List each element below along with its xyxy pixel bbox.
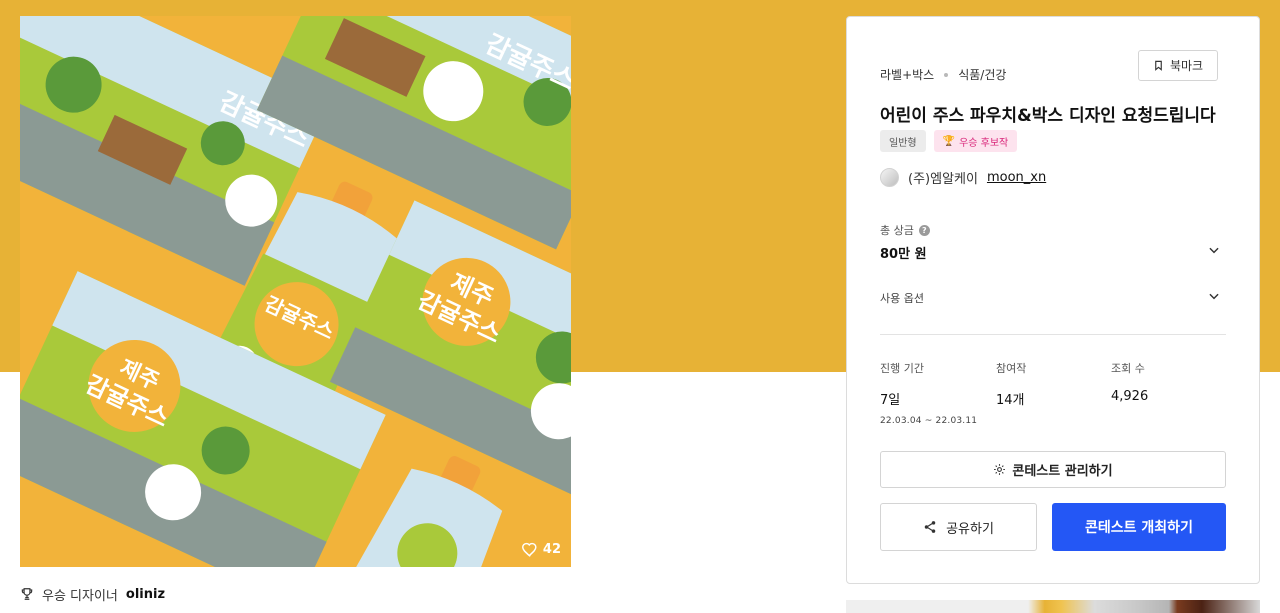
chevron-down-icon[interactable]	[1207, 243, 1221, 257]
views-value: 4,926	[1111, 389, 1149, 404]
gear-icon	[994, 464, 1006, 475]
like-count: 42	[542, 541, 561, 557]
bookmark-label: 북마크	[1169, 59, 1204, 73]
like-counter[interactable]: 42	[521, 541, 561, 557]
period-label: 진행 기간	[880, 362, 924, 375]
contest-type-tag: 일반형	[880, 130, 926, 152]
total-prize-text: 총 상금	[880, 224, 914, 237]
host-avatar	[880, 168, 899, 187]
bookmark-button[interactable]: 북마크	[1138, 50, 1218, 81]
breadcrumb-separator	[944, 72, 949, 77]
host-username-link[interactable]: moon_xn	[987, 170, 1046, 185]
entries-value: 14개	[996, 393, 1025, 408]
next-section-image-peek	[846, 600, 1260, 613]
usage-options-label[interactable]: 사용 옵션	[880, 290, 924, 306]
total-prize-value: 80만 원	[880, 247, 927, 262]
category-breadcrumb: 라벨+박스 식품/건강	[880, 66, 1006, 83]
heart-icon	[521, 542, 537, 557]
total-prize-label: 총 상금 ?	[880, 222, 930, 238]
winner-name[interactable]: oliniz	[126, 587, 165, 602]
category-primary[interactable]: 라벨+박스	[880, 66, 934, 83]
stat-period: 진행 기간 7일 22.03.04 ~ 22.03.11	[880, 360, 977, 426]
contest-tags: 일반형 🏆 우승 후보작	[880, 130, 1018, 152]
stat-views: 조회 수 4,926	[1111, 360, 1148, 404]
winner-candidate-label: 우승 후보작	[959, 137, 1009, 149]
trophy-icon	[21, 588, 33, 600]
winner-label: 우승 디자이너	[42, 588, 118, 604]
category-secondary[interactable]: 식품/건강	[958, 66, 1006, 83]
share-button[interactable]: 공유하기	[880, 503, 1037, 551]
section-divider	[880, 334, 1226, 335]
host-company: (주)엠알케이	[908, 172, 978, 187]
trophy-icon: 🏆	[942, 135, 956, 147]
manage-contest-button[interactable]: 콘테스트 관리하기	[880, 451, 1226, 488]
chevron-down-icon[interactable]	[1207, 289, 1221, 303]
contest-title: 어린이 주스 파우치&박스 디자인 요청드립니다	[880, 106, 1216, 126]
host-contest-button[interactable]: 콘테스트 개최하기	[1052, 503, 1226, 551]
share-icon	[924, 521, 936, 533]
period-dates: 22.03.04 ~ 22.03.11	[880, 416, 978, 426]
views-label: 조회 수	[1111, 362, 1145, 375]
entries-label: 참여작	[996, 362, 1027, 375]
host-info: (주)엠알케이 moon_xn	[880, 168, 1046, 187]
winner-candidate-tag: 🏆 우승 후보작	[933, 130, 1018, 152]
contest-info-panel: 라벨+박스 식품/건강 북마크 어린이 주스 파우치&박스 디자인 요청드립니다…	[846, 16, 1260, 584]
winner-designer-row: 우승 디자이너 oliniz	[20, 584, 165, 604]
manage-contest-label: 콘테스트 관리하기	[1012, 464, 1113, 479]
bookmark-icon	[1155, 60, 1162, 71]
juice-packaging-illustration: 감귤주스 감귤주스 감귤주스 제주 감귤주스 제주 감귤주스	[20, 16, 571, 567]
period-value: 7일	[880, 393, 901, 408]
contest-artwork-image[interactable]: 감귤주스 감귤주스 감귤주스 제주 감귤주스 제주 감귤주스 42	[20, 16, 571, 567]
share-label: 공유하기	[946, 521, 994, 537]
stat-entries: 참여작 14개	[996, 360, 1026, 408]
help-icon[interactable]: ?	[918, 224, 930, 236]
